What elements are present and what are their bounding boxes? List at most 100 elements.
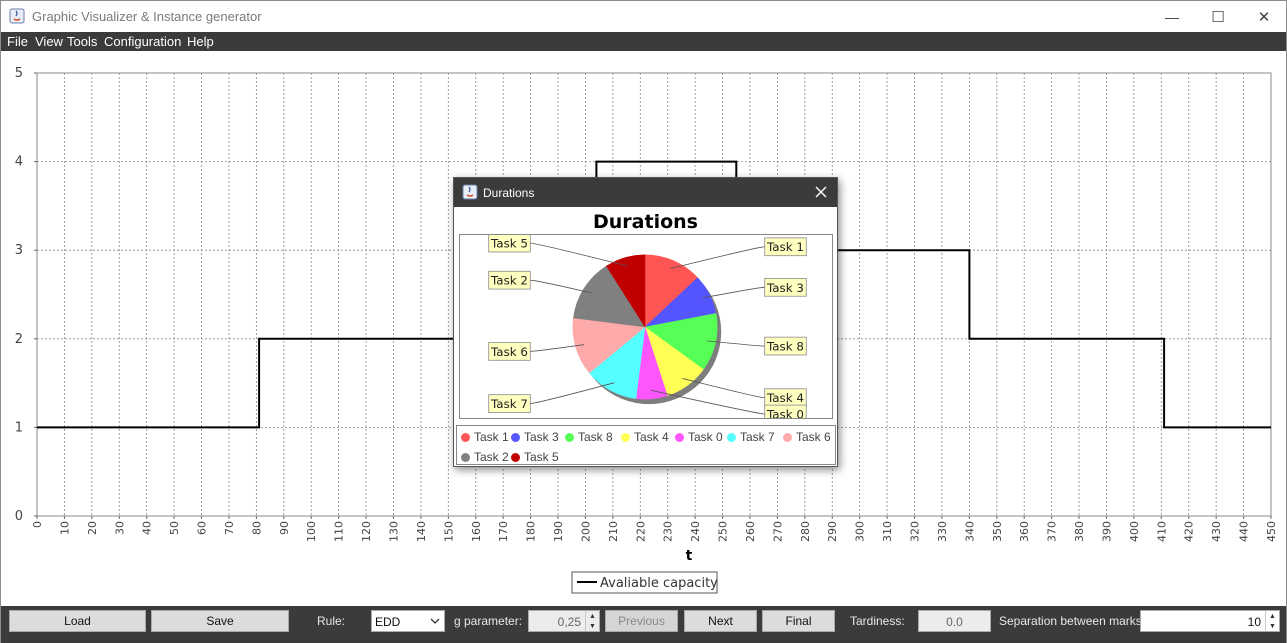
y-tick-label: 1 <box>15 420 23 435</box>
maximize-button[interactable]: ☐ <box>1195 1 1241 32</box>
pie-legend-item: Task 6 <box>783 430 831 444</box>
rule-select[interactable]: EDD <box>371 610 445 632</box>
g-parameter-spinner[interactable]: 0,25 ▲ ▼ <box>528 610 600 632</box>
dialog-title-bar[interactable]: Durations <box>454 178 837 207</box>
rule-label: Rule: <box>317 614 346 628</box>
chevron-down-icon <box>430 618 440 624</box>
next-button[interactable]: Next <box>684 610 757 632</box>
pie-legend-item: Task 5 <box>511 450 559 464</box>
load-button[interactable]: Load <box>9 610 146 632</box>
menu-configuration[interactable]: Configuration <box>104 34 181 49</box>
pie-legend-label: Task 1 <box>474 430 509 444</box>
y-tick-label: 4 <box>15 155 23 170</box>
close-button[interactable]: ✕ <box>1241 1 1287 32</box>
minimize-button[interactable]: — <box>1149 1 1195 32</box>
title-bar[interactable]: Graphic Visualizer & Instance generator … <box>1 1 1286 32</box>
x-tick-label: 340 <box>963 521 976 542</box>
dialog-close-button[interactable] <box>810 182 832 202</box>
pie-chart-title: Durations <box>593 211 698 233</box>
spin-down-icon[interactable]: ▼ <box>1266 621 1279 631</box>
legend-dot-icon <box>461 432 470 442</box>
separation-value: 10 <box>1247 615 1261 629</box>
g-parameter-stepper[interactable]: ▲ ▼ <box>585 611 599 631</box>
x-tick-label: 300 <box>854 521 867 542</box>
pie-label-text: Task 8 <box>766 340 804 354</box>
y-tick-label: 0 <box>15 509 23 524</box>
x-tick-label: 350 <box>991 521 1004 542</box>
pie-legend: Task 1 Task 3 Task 8 Task 4 Task 0 Task 7 Task… <box>456 425 836 465</box>
menu-help[interactable]: Help <box>187 34 214 49</box>
x-tick-label: 40 <box>141 521 154 535</box>
x-tick-label: 320 <box>909 521 922 542</box>
legend-dot-icon <box>783 432 792 442</box>
pie-legend-item: Task 4 <box>621 430 669 444</box>
pie-legend-item: Task 3 <box>511 430 559 444</box>
pie-legend-label: Task 3 <box>524 430 559 444</box>
pie-label-text: Task 1 <box>766 240 804 254</box>
x-tick-label: 10 <box>58 521 71 535</box>
close-icon <box>815 186 827 198</box>
x-tick-label: 410 <box>1155 521 1168 542</box>
pie-legend-label: Task 4 <box>634 430 669 444</box>
pie-legend-label: Task 5 <box>524 450 559 464</box>
x-tick-label: 290 <box>826 521 839 542</box>
separation-spinner[interactable]: 10 ▲ ▼ <box>1140 610 1280 632</box>
pie-slice-label: Task 5 <box>488 235 628 267</box>
g-parameter-value: 0,25 <box>557 615 581 629</box>
y-tick-label: 3 <box>15 243 23 258</box>
tardiness-value: 0.0 <box>946 615 963 629</box>
x-tick-label: 160 <box>470 521 483 542</box>
pie-leader-line <box>530 279 592 294</box>
pie-label-text: Task 0 <box>766 407 804 419</box>
x-tick-label: 60 <box>196 521 209 535</box>
x-tick-label: 130 <box>387 521 400 542</box>
menu-file[interactable]: File <box>7 34 28 49</box>
pie-slice-label: Task 7 <box>488 382 615 413</box>
separation-stepper[interactable]: ▲ ▼ <box>1265 611 1279 631</box>
pie-legend-label: Task 6 <box>796 430 831 444</box>
pie-legend-label: Task 0 <box>688 430 723 444</box>
menu-tools[interactable]: Tools <box>67 34 97 49</box>
x-axis-label: t <box>686 548 693 564</box>
pie-slice-label: Task 8 <box>706 336 807 356</box>
x-tick-label: 260 <box>744 521 757 542</box>
x-tick-label: 30 <box>113 521 126 535</box>
x-tick-label: 70 <box>223 521 236 535</box>
x-tick-label: 310 <box>881 521 894 542</box>
x-tick-label: 400 <box>1128 521 1141 542</box>
pie-leader-line <box>650 389 765 415</box>
java-app-icon <box>9 8 25 24</box>
x-tick-label: 80 <box>250 521 263 535</box>
pie-label-text: Task 6 <box>490 345 528 359</box>
durations-pie-chart: Task 1 Task 3 Task 8 Task 4 Task 0 Task 7 Task… <box>459 234 833 419</box>
dialog-title: Durations <box>483 186 535 200</box>
pie-legend-item: Task 8 <box>565 430 613 444</box>
x-tick-label: 390 <box>1100 521 1113 542</box>
window-title: Graphic Visualizer & Instance generator <box>32 9 262 24</box>
pie-legend-item: Task 2 <box>461 450 509 464</box>
final-button[interactable]: Final <box>762 610 835 632</box>
x-tick-label: 180 <box>525 521 538 542</box>
x-tick-label: 100 <box>305 521 318 542</box>
rule-value: EDD <box>375 615 401 629</box>
previous-button[interactable]: Previous <box>605 610 678 632</box>
tardiness-label: Tardiness: <box>850 614 905 628</box>
pie-slice-label: Task 6 <box>488 342 585 361</box>
pie-leader-line <box>670 246 765 270</box>
pie-label-text: Task 2 <box>490 274 528 288</box>
save-button[interactable]: Save <box>151 610 289 632</box>
pie-slice-label: Task 3 <box>701 278 807 299</box>
g-parameter-label: g parameter: <box>454 614 523 628</box>
x-tick-label: 330 <box>936 521 949 542</box>
x-tick-label: 240 <box>689 521 702 542</box>
pie-legend-item: Task 7 <box>727 430 775 444</box>
x-tick-label: 450 <box>1265 521 1278 542</box>
menu-view[interactable]: View <box>35 34 63 49</box>
legend-dot-icon <box>461 452 470 462</box>
x-tick-label: 360 <box>1018 521 1031 542</box>
spin-down-icon[interactable]: ▼ <box>586 621 599 631</box>
separation-label: Separation between marks: <box>999 614 1146 628</box>
spin-up-icon[interactable]: ▲ <box>1266 611 1279 621</box>
spin-up-icon[interactable]: ▲ <box>586 611 599 621</box>
x-tick-label: 210 <box>607 521 620 542</box>
